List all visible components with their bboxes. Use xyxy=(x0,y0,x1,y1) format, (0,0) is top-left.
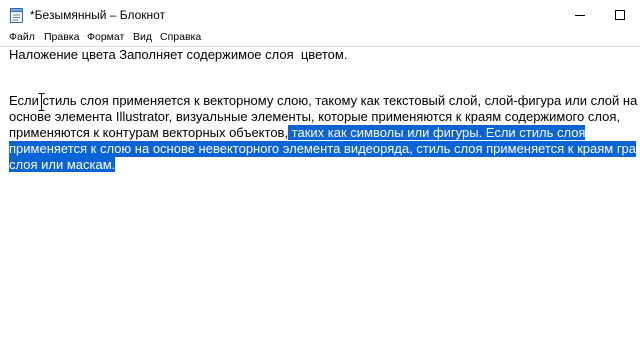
menu-file[interactable]: Файл xyxy=(9,31,35,43)
menu-help[interactable]: Справка xyxy=(160,31,201,43)
title-bar[interactable]: *Безымянный – Блокнот xyxy=(0,0,640,30)
notepad-icon xyxy=(10,8,23,23)
minimize-icon xyxy=(575,15,585,16)
menu-view[interactable]: Вид xyxy=(133,31,152,43)
text-line: применяются к контурам векторных объекто… xyxy=(9,125,586,141)
maximize-button[interactable] xyxy=(600,0,640,30)
menu-format[interactable]: Формат xyxy=(87,31,124,43)
window-title: *Безымянный – Блокнот xyxy=(30,8,166,22)
text-line: слоя или маскам. xyxy=(9,157,116,173)
text-unselected: применяются к контурам векторных объекто… xyxy=(9,125,289,140)
text-line: Если стиль слоя применяется к векторному… xyxy=(9,93,638,108)
text-selection: применяется к слою на основе невекторног… xyxy=(9,141,637,157)
maximize-icon xyxy=(615,10,625,20)
text-selection: таких как символы или фигуры. Если стиль… xyxy=(288,125,586,140)
ibeam-cursor-icon xyxy=(38,93,45,111)
text-editor[interactable]: Наложение цвета Заполняет содержимое сло… xyxy=(0,46,640,361)
text-line: основе элемента Illustrator, визуальные … xyxy=(9,109,620,124)
text-line: Наложение цвета Заполняет содержимое сло… xyxy=(9,47,348,62)
minimize-button[interactable] xyxy=(560,0,600,30)
text-selection: слоя или маскам. xyxy=(9,157,116,172)
menu-edit[interactable]: Правка xyxy=(44,31,79,43)
menu-bar: Файл Правка Формат Вид Справка xyxy=(0,30,640,46)
